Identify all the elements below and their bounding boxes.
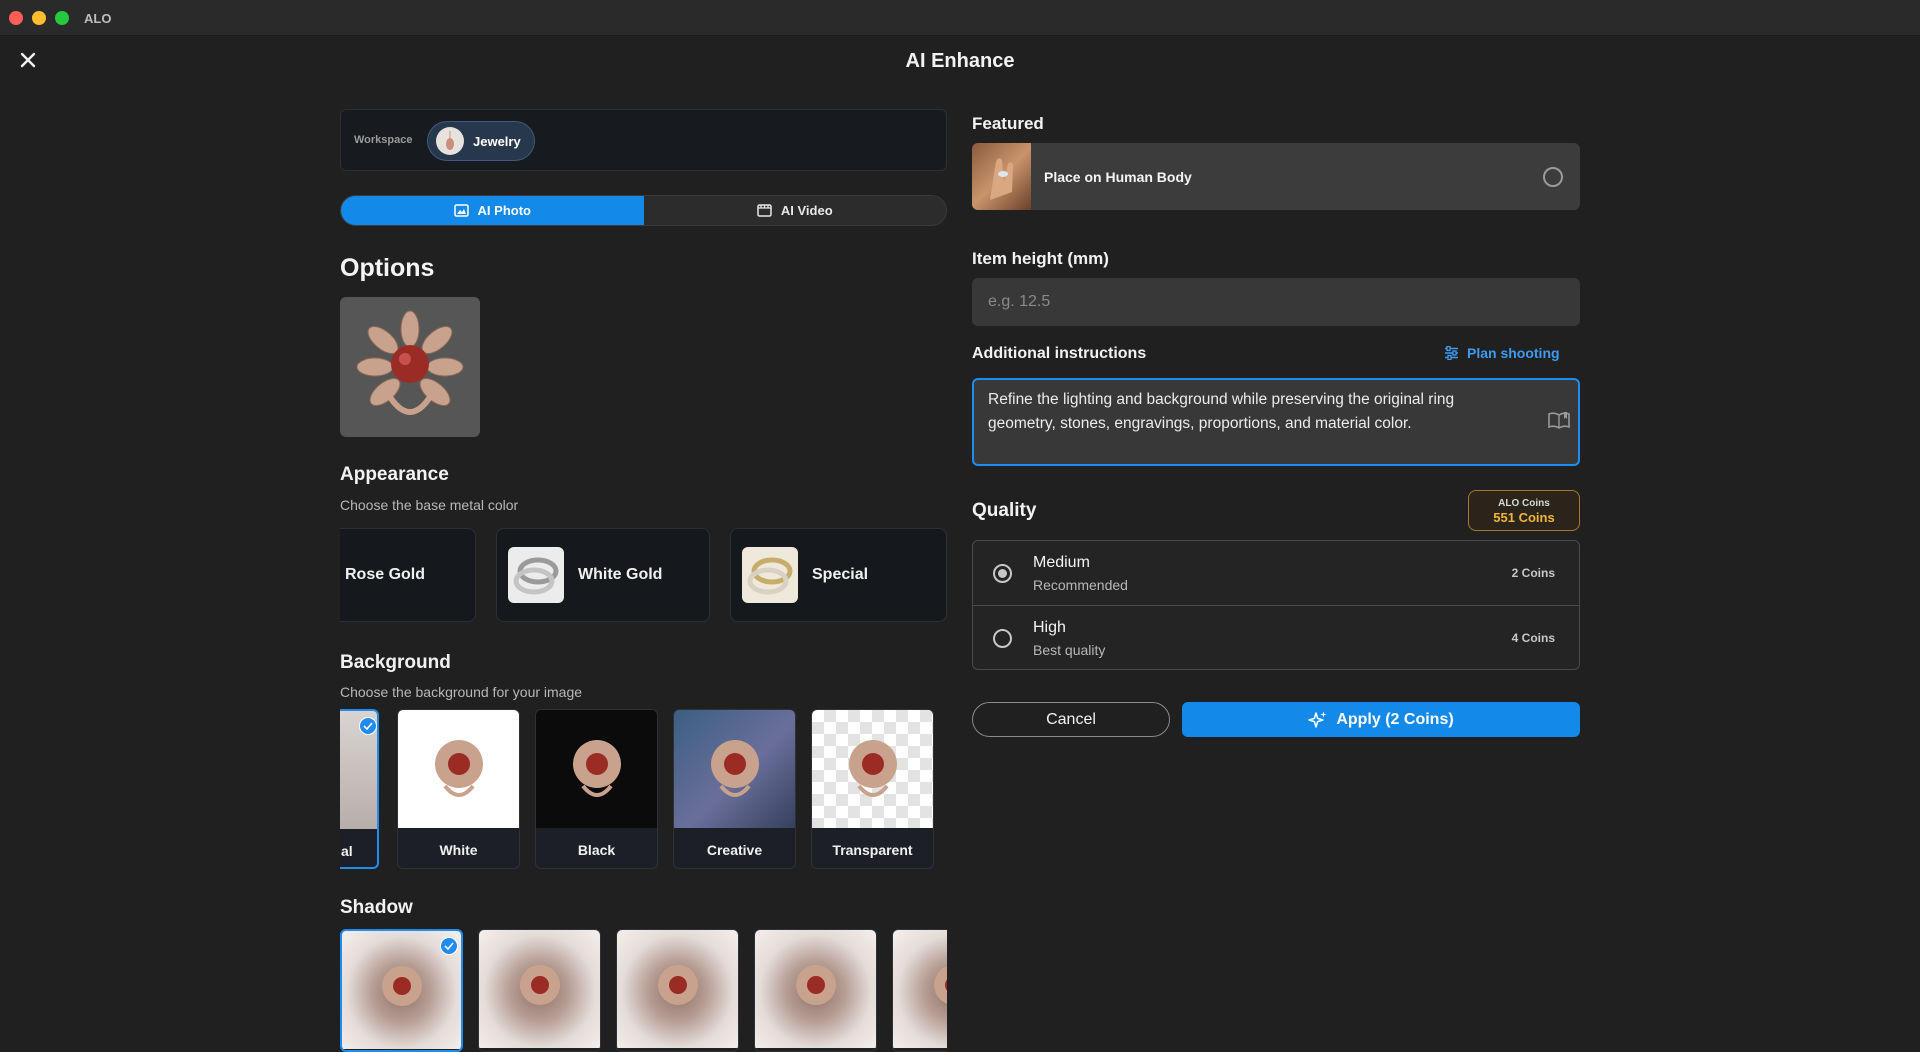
appearance-heading: Appearance [340,464,449,485]
radio-selected[interactable] [993,564,1012,583]
shadow-preview [479,930,600,1048]
checkmark-icon [359,717,377,735]
background-option-black[interactable]: Black [535,709,658,869]
sliders-icon [1445,346,1458,360]
background-options-row: al White Black Creative Transparent [340,709,947,869]
coins-value: 551 Coins [1493,510,1555,525]
background-option-white[interactable]: White [397,709,520,869]
background-preview [398,710,519,828]
quality-cost: 4 Coins [1511,631,1555,645]
metal-color-row: Rose Gold White Gold Special [340,528,947,623]
background-subtitle: Choose the background for your image [340,684,583,700]
cancel-button[interactable]: Cancel [972,702,1170,737]
item-height-label: Item height (mm) [972,249,1109,268]
window-minimize-dot[interactable] [32,11,46,25]
checkmark-icon [440,937,458,955]
image-icon [453,204,469,217]
workspace-label: Workspace [354,134,413,146]
background-label: Transparent [832,842,913,858]
page-title: AI Enhance [905,50,1015,72]
background-label: al [341,843,353,859]
background-label: Creative [706,842,763,858]
tab-ai-photo[interactable]: AI Photo [341,196,644,225]
window-titlebar: ALO [0,0,1920,36]
prompt-library-icon[interactable] [1547,410,1571,435]
film-icon [757,204,772,217]
shadow-preview [755,930,876,1048]
instructions-textarea[interactable]: Refine the lighting and background while… [972,378,1580,466]
background-preview [536,710,657,828]
metal-option-white-gold[interactable]: White Gold [496,528,710,622]
background-preview [674,710,795,828]
radio-unselected[interactable] [993,629,1012,648]
quality-heading: Quality [972,500,1037,521]
apply-label: Apply (2 Coins) [1336,710,1454,728]
window-zoom-dot[interactable] [55,11,69,25]
background-option-natural[interactable]: al [340,709,379,869]
tab-ai-photo-label: AI Photo [477,203,531,218]
metal-option-rose-gold[interactable]: Rose Gold [340,528,476,622]
mode-tabs: AI Photo AI Video [340,195,947,226]
item-height-input[interactable] [972,278,1580,326]
jewelry-avatar [436,127,464,155]
tab-ai-video[interactable]: AI Video [644,196,947,225]
tab-ai-video-label: AI Video [780,203,833,218]
shadow-preview [617,930,738,1048]
workspace-chip-jewelry[interactable]: Jewelry [427,121,535,161]
quality-subtitle: Recommended [1033,577,1128,593]
sparkle-icon [1308,711,1327,728]
background-preview [812,710,933,828]
metal-label: Rose Gold [345,566,426,583]
background-label: White [439,842,478,858]
shadow-options-row [340,929,947,1052]
shadow-option[interactable] [478,929,601,1052]
apply-button[interactable]: Apply (2 Coins) [1182,702,1580,737]
coins-title: ALO Coins [1498,498,1550,509]
shadow-option[interactable] [616,929,739,1052]
options-heading: Options [340,254,435,282]
shadow-option[interactable] [340,929,463,1052]
quality-title: High [1033,619,1066,636]
shadow-preview [893,930,947,1048]
pendant-icon [446,131,454,150]
quality-subtitle: Best quality [1033,642,1106,658]
plan-shooting-label: Plan shooting [1467,345,1560,361]
shadow-option[interactable] [754,929,877,1052]
workspace-chip-label: Jewelry [473,133,521,149]
special-swatch [742,547,798,603]
shadow-option[interactable] [892,929,947,1052]
quality-option-high[interactable]: High Best quality 4 Coins [973,605,1579,669]
background-option-creative[interactable]: Creative [673,709,796,869]
background-label: Black [577,842,616,858]
background-option-transparent[interactable]: Transparent [811,709,934,869]
instructions-label: Additional instructions [972,345,1147,362]
quality-title: Medium [1033,554,1090,571]
shadow-heading: Shadow [340,897,413,918]
quality-options: Medium Recommended 2 Coins High Best qua… [972,540,1580,670]
quality-option-medium[interactable]: Medium Recommended 2 Coins [973,541,1579,605]
coins-balance-badge: ALO Coins 551 Coins [1468,490,1580,531]
quality-cost: 2 Coins [1511,566,1555,580]
hand-ring-image [972,143,1031,210]
workspace-bar: Workspace Jewelry [340,109,947,171]
metal-label: Special [812,566,869,583]
featured-item-label: Place on Human Body [1044,168,1192,185]
background-heading: Background [340,652,451,673]
plan-shooting-link[interactable]: Plan shooting [1444,345,1560,361]
featured-radio[interactable] [1543,167,1563,187]
white-gold-swatch [508,547,564,603]
app-name: ALO [84,11,112,26]
metal-label: White Gold [578,566,663,583]
appearance-subtitle: Choose the base metal color [340,497,519,513]
ring-image [356,310,464,415]
product-thumbnail[interactable] [340,297,480,437]
featured-place-on-body[interactable]: Place on Human Body [972,143,1580,210]
metal-option-special[interactable]: Special [730,528,947,622]
window-close-dot[interactable] [9,11,23,25]
featured-heading: Featured [972,114,1044,133]
